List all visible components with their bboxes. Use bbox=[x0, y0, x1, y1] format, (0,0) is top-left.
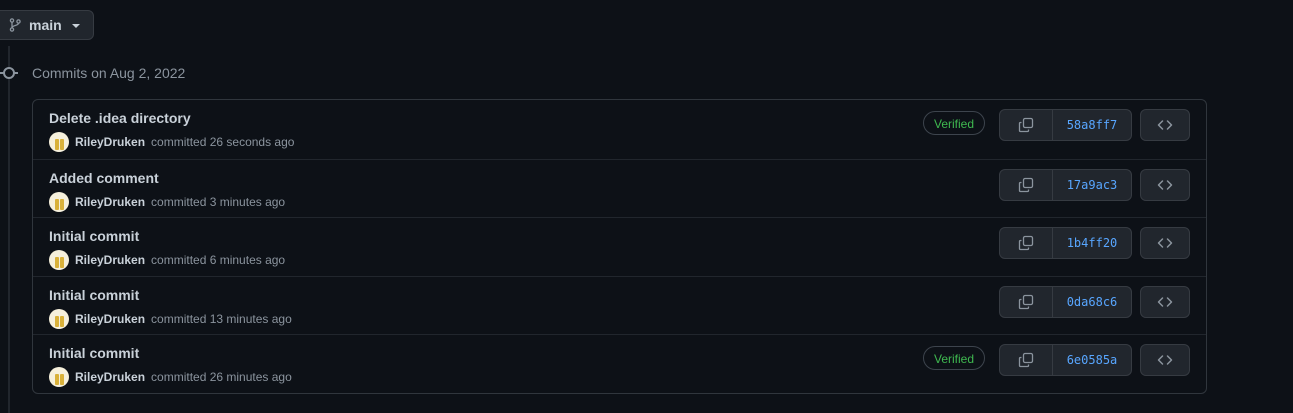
commit-meta: RileyDruken committed 26 seconds ago bbox=[49, 132, 294, 152]
commit-sha-link[interactable]: 6e0585a bbox=[1053, 345, 1131, 375]
commit-meta: RileyDruken committed 3 minutes ago bbox=[49, 191, 286, 212]
code-icon bbox=[1157, 355, 1173, 366]
copy-sha-button[interactable] bbox=[1000, 286, 1053, 317]
commit-time: committed 26 seconds ago bbox=[151, 135, 295, 149]
avatar[interactable] bbox=[49, 250, 69, 271]
code-icon bbox=[1157, 179, 1173, 190]
browse-repo-button[interactable] bbox=[1140, 227, 1190, 260]
commit-row: Initial commit RileyDruken committed 6 m… bbox=[33, 217, 1206, 276]
copy-sha-button[interactable] bbox=[1000, 169, 1053, 200]
commit-sha-link[interactable]: 0da68c6 bbox=[1053, 287, 1131, 317]
copy-icon bbox=[1018, 353, 1034, 368]
browse-repo-button[interactable] bbox=[1140, 285, 1190, 318]
commit-list: Delete .idea directory RileyDruken commi… bbox=[32, 99, 1207, 394]
git-branch-icon bbox=[9, 18, 21, 32]
avatar[interactable] bbox=[49, 132, 69, 152]
commit-time: committed 3 minutes ago bbox=[151, 194, 286, 209]
commit-time: committed 6 minutes ago bbox=[151, 253, 286, 268]
commit-title-link[interactable]: Delete .idea directory bbox=[49, 110, 191, 126]
commit-group-heading: Commits on Aug 2, 2022 bbox=[32, 65, 186, 81]
copy-icon bbox=[1018, 177, 1034, 192]
author-link[interactable]: RileyDruken bbox=[75, 195, 145, 209]
code-icon bbox=[1157, 238, 1173, 248]
avatar[interactable] bbox=[49, 308, 69, 329]
copy-icon bbox=[1018, 236, 1034, 251]
commit-title-link[interactable]: Added comment bbox=[49, 170, 159, 186]
code-icon bbox=[1157, 297, 1173, 307]
branch-label: main bbox=[29, 17, 62, 33]
sha-button-group: 0da68c6 bbox=[999, 285, 1132, 318]
avatar[interactable] bbox=[49, 367, 69, 388]
sha-button-group: 58a8ff7 bbox=[999, 109, 1132, 141]
copy-sha-button[interactable] bbox=[1000, 110, 1053, 140]
browse-repo-button[interactable] bbox=[1140, 168, 1190, 201]
chevron-down-icon bbox=[71, 24, 80, 28]
author-link[interactable]: RileyDruken bbox=[75, 370, 145, 384]
commit-row: Delete .idea directory RileyDruken commi… bbox=[33, 100, 1206, 159]
author-link[interactable]: RileyDruken bbox=[75, 253, 145, 267]
verified-badge[interactable]: Verified bbox=[923, 346, 986, 371]
code-icon bbox=[1157, 120, 1173, 130]
commit-meta: RileyDruken committed 6 minutes ago bbox=[49, 250, 286, 271]
author-link[interactable]: RileyDruken bbox=[75, 312, 145, 326]
timeline-line bbox=[8, 46, 10, 413]
commit-meta: RileyDruken committed 13 minutes ago bbox=[49, 308, 292, 329]
sha-button-group: 1b4ff20 bbox=[999, 227, 1132, 260]
copy-sha-button[interactable] bbox=[1000, 345, 1053, 376]
commit-time: committed 26 minutes ago bbox=[151, 370, 292, 385]
copy-icon bbox=[1018, 117, 1034, 133]
sha-button-group: 6e0585a bbox=[999, 344, 1132, 377]
copy-icon bbox=[1018, 294, 1034, 309]
commit-time: committed 13 minutes ago bbox=[151, 311, 292, 326]
author-link[interactable]: RileyDruken bbox=[75, 135, 145, 149]
commit-row: Added comment RileyDruken committed 3 mi… bbox=[33, 158, 1206, 218]
browse-repo-button[interactable] bbox=[1140, 109, 1190, 141]
commit-sha-link[interactable]: 58a8ff7 bbox=[1053, 110, 1131, 140]
commit-title-link[interactable]: Initial commit bbox=[49, 287, 139, 303]
commit-row: Initial commit RileyDruken committed 26 … bbox=[33, 334, 1206, 393]
verified-badge[interactable]: Verified bbox=[923, 111, 986, 135]
commit-sha-link[interactable]: 17a9ac3 bbox=[1053, 170, 1131, 200]
commit-node-icon bbox=[3, 67, 15, 79]
browse-repo-button[interactable] bbox=[1140, 344, 1190, 377]
commit-meta: RileyDruken committed 26 minutes ago bbox=[49, 367, 292, 388]
sha-button-group: 17a9ac3 bbox=[999, 168, 1132, 201]
copy-sha-button[interactable] bbox=[1000, 228, 1053, 259]
commit-row: Initial commit RileyDruken committed 13 … bbox=[33, 275, 1206, 335]
commit-title-link[interactable]: Initial commit bbox=[49, 228, 139, 244]
commit-title-link[interactable]: Initial commit bbox=[49, 345, 139, 361]
commit-sha-link[interactable]: 1b4ff20 bbox=[1053, 228, 1131, 258]
avatar[interactable] bbox=[49, 191, 69, 212]
branch-select-button[interactable]: main bbox=[0, 10, 94, 40]
